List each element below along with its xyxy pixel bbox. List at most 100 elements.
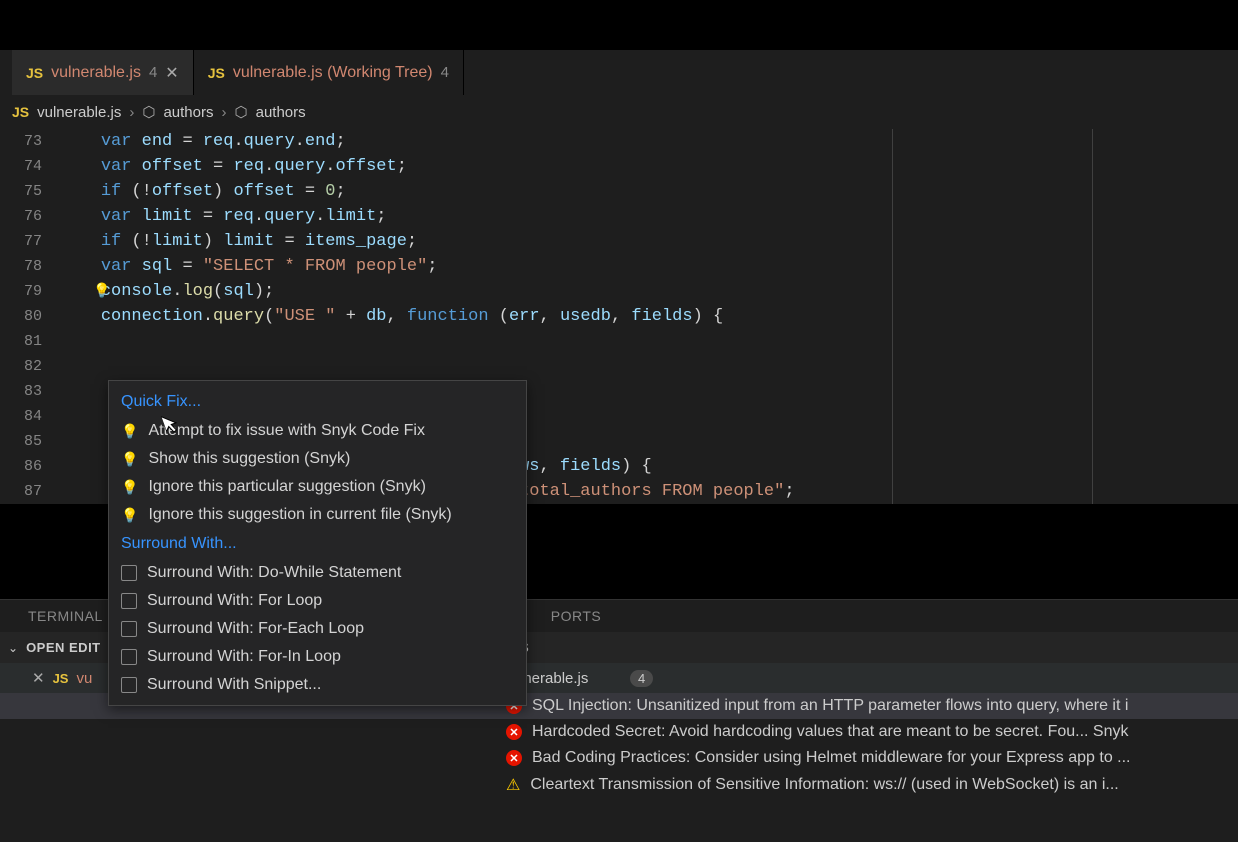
code-line[interactable]: 82 bbox=[0, 354, 1238, 379]
tab-problem-count: 4 bbox=[441, 64, 449, 81]
tab-vulnerable-working-tree[interactable]: JS vulnerable.js (Working Tree) 4 bbox=[194, 50, 464, 95]
code-line[interactable]: 75 if (!offset) offset = 0; bbox=[0, 179, 1238, 204]
lightbulb-icon[interactable]: 💡 bbox=[93, 280, 110, 305]
surround-for-in[interactable]: Surround With: For-In Loop bbox=[109, 643, 526, 671]
line-number: 75 bbox=[0, 179, 60, 204]
checkbox-icon bbox=[121, 593, 137, 609]
line-number: 74 bbox=[0, 154, 60, 179]
popup-item-label: Ignore this suggestion in current file (… bbox=[148, 506, 451, 524]
js-file-icon: JS bbox=[26, 65, 43, 81]
surround-for-each[interactable]: Surround With: For-Each Loop bbox=[109, 615, 526, 643]
problem-item[interactable]: ✕ Hardcoded Secret: Avoid hardcoding val… bbox=[0, 719, 1238, 745]
popup-item-label: Surround With: For Loop bbox=[147, 592, 322, 610]
line-number: 77 bbox=[0, 229, 60, 254]
code-line[interactable]: 76 var limit = req.query.limit; bbox=[0, 204, 1238, 229]
code-content[interactable]: var offset = req.query.offset; bbox=[60, 154, 1238, 179]
problem-count-badge: 4 bbox=[630, 670, 653, 687]
code-content[interactable]: var end = req.query.end; bbox=[60, 129, 1238, 154]
line-number: 78 bbox=[0, 254, 60, 279]
code-content[interactable]: if (!offset) offset = 0; bbox=[60, 179, 1238, 204]
chevron-right-icon: › bbox=[222, 104, 227, 121]
tab-label: vulnerable.js (Working Tree) bbox=[233, 64, 433, 82]
code-line[interactable]: 81 bbox=[0, 329, 1238, 354]
breadcrumb[interactable]: JS vulnerable.js › ⬡ authors › ⬡ authors bbox=[0, 95, 1238, 129]
checkbox-icon bbox=[121, 649, 137, 665]
error-icon: ✕ bbox=[506, 750, 522, 766]
editor-tabs-bar: JS vulnerable.js 4 ✕ JS vulnerable.js (W… bbox=[0, 50, 1238, 95]
line-number: 83 bbox=[0, 379, 60, 404]
code-line[interactable]: 77 if (!limit) limit = items_page; bbox=[0, 229, 1238, 254]
line-number: 73 bbox=[0, 129, 60, 154]
error-icon: ✕ bbox=[506, 724, 522, 740]
line-number: 80 bbox=[0, 304, 60, 329]
code-content[interactable]: connection.query("USE " + db, function (… bbox=[60, 304, 1238, 329]
problem-text: Hardcoded Secret: Avoid hardcoding value… bbox=[532, 723, 1129, 741]
line-number: 86 bbox=[0, 454, 60, 479]
tab-vulnerable-js[interactable]: JS vulnerable.js 4 ✕ bbox=[12, 50, 194, 95]
lightbulb-icon: 💡 bbox=[121, 479, 138, 496]
panel-tab-ports[interactable]: PORTS bbox=[551, 608, 601, 624]
checkbox-icon bbox=[121, 621, 137, 637]
surround-do-while[interactable]: Surround With: Do-While Statement bbox=[109, 559, 526, 587]
code-content[interactable] bbox=[60, 354, 1238, 379]
quickfix-ignore-suggestion[interactable]: 💡 Ignore this particular suggestion (Sny… bbox=[109, 473, 526, 501]
line-number: 85 bbox=[0, 429, 60, 454]
chevron-down-icon: ⌄ bbox=[8, 641, 18, 655]
tab-problem-count: 4 bbox=[149, 64, 157, 81]
editor-ruler bbox=[1092, 129, 1093, 504]
problem-text: Cleartext Transmission of Sensitive Info… bbox=[530, 776, 1118, 794]
file-name: vu bbox=[76, 670, 92, 687]
chevron-right-icon: › bbox=[129, 104, 134, 121]
popup-item-label: Attempt to fix issue with Snyk Code Fix bbox=[148, 422, 425, 440]
symbol-icon: ⬡ bbox=[142, 103, 155, 121]
code-content[interactable]: console.log(sql); bbox=[60, 279, 1238, 304]
popup-item-label: Ignore this particular suggestion (Snyk) bbox=[148, 478, 425, 496]
popup-item-label: Surround With Snippet... bbox=[147, 676, 321, 694]
code-content[interactable]: if (!limit) limit = items_page; bbox=[60, 229, 1238, 254]
lightbulb-icon: 💡 bbox=[121, 507, 138, 524]
problem-item[interactable]: ⚠ Cleartext Transmission of Sensitive In… bbox=[0, 771, 1238, 799]
surround-snippet[interactable]: Surround With Snippet... bbox=[109, 671, 526, 699]
problem-text: Bad Coding Practices: Consider using Hel… bbox=[532, 749, 1131, 767]
tab-label: vulnerable.js bbox=[51, 64, 141, 82]
popup-item-label: Show this suggestion (Snyk) bbox=[148, 450, 350, 468]
line-number: 82 bbox=[0, 354, 60, 379]
editor-ruler bbox=[892, 129, 893, 504]
line-number: 84 bbox=[0, 404, 60, 429]
code-line[interactable]: 78 var sql = "SELECT * FROM people"; bbox=[0, 254, 1238, 279]
code-content[interactable]: var sql = "SELECT * FROM people"; bbox=[60, 254, 1238, 279]
js-file-icon: JS bbox=[208, 65, 225, 81]
breadcrumb-symbol[interactable]: authors bbox=[256, 104, 306, 121]
line-number: 79 bbox=[0, 279, 60, 304]
code-line[interactable]: 80 connection.query("USE " + db, functio… bbox=[0, 304, 1238, 329]
section-label: OPEN EDIT bbox=[26, 640, 101, 655]
code-line[interactable]: 79 console.log(sql); bbox=[0, 279, 1238, 304]
close-icon[interactable]: ✕ bbox=[32, 669, 45, 687]
line-number: 81 bbox=[0, 329, 60, 354]
quickfix-ignore-in-file[interactable]: 💡 Ignore this suggestion in current file… bbox=[109, 501, 526, 529]
line-number: 76 bbox=[0, 204, 60, 229]
popup-section-header: Surround With... bbox=[109, 529, 526, 559]
checkbox-icon bbox=[121, 677, 137, 693]
popup-item-label: Surround With: For-In Loop bbox=[147, 648, 341, 666]
problem-item[interactable]: ✕ Bad Coding Practices: Consider using H… bbox=[0, 745, 1238, 771]
panel-tab-terminal[interactable]: TERMINAL bbox=[28, 608, 103, 624]
popup-item-label: Surround With: For-Each Loop bbox=[147, 620, 364, 638]
code-content[interactable]: var limit = req.query.limit; bbox=[60, 204, 1238, 229]
js-file-icon: JS bbox=[12, 104, 29, 120]
code-line[interactable]: 73 var end = req.query.end; bbox=[0, 129, 1238, 154]
code-line[interactable]: 74 var offset = req.query.offset; bbox=[0, 154, 1238, 179]
code-content[interactable] bbox=[60, 329, 1238, 354]
warning-icon: ⚠ bbox=[506, 775, 520, 795]
quickfix-show-suggestion[interactable]: 💡 Show this suggestion (Snyk) bbox=[109, 445, 526, 473]
breadcrumb-symbol[interactable]: authors bbox=[163, 104, 213, 121]
problem-file-name: lnerable.js bbox=[520, 670, 588, 687]
lightbulb-icon: 💡 bbox=[121, 451, 138, 468]
problem-text: SQL Injection: Unsanitized input from an… bbox=[532, 697, 1128, 715]
surround-for-loop[interactable]: Surround With: For Loop bbox=[109, 587, 526, 615]
close-icon[interactable]: ✕ bbox=[165, 63, 178, 83]
breadcrumb-file[interactable]: vulnerable.js bbox=[37, 104, 121, 121]
symbol-icon: ⬡ bbox=[235, 103, 248, 121]
checkbox-icon bbox=[121, 565, 137, 581]
line-number: 87 bbox=[0, 479, 60, 504]
